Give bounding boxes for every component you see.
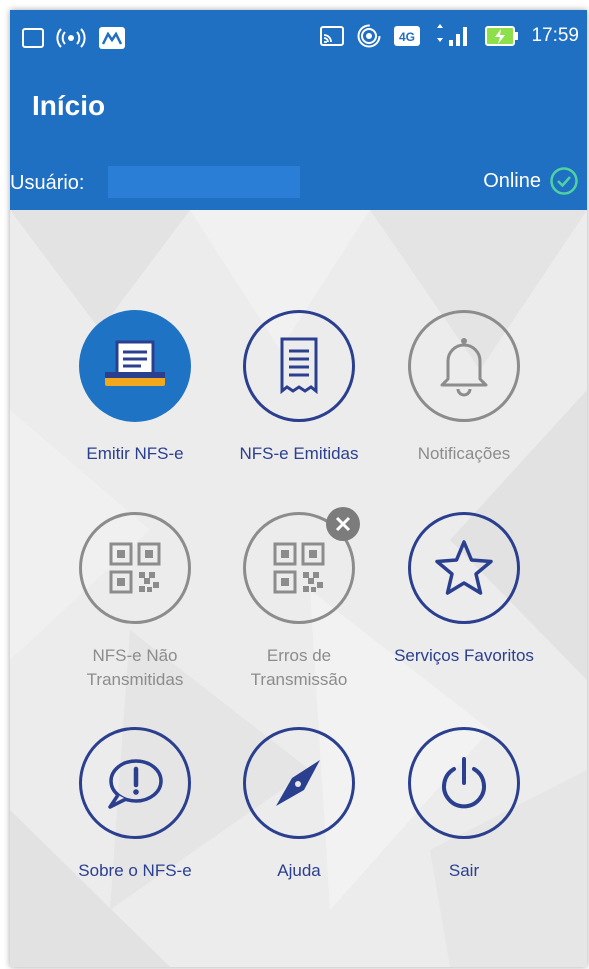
network-4g-icon: 4G: [394, 26, 421, 46]
user-bar: Usuário: Online: [10, 156, 587, 210]
menu-item-label: Sair: [448, 861, 480, 880]
broadcast-icon: [56, 28, 86, 48]
app-icon: [99, 27, 125, 49]
phone-screen: 4G 17:59 Início Usuário: Online Emitir N…: [10, 10, 587, 967]
nao-transmitidas-button[interactable]: [79, 512, 191, 624]
close-badge-icon[interactable]: [326, 507, 360, 541]
svg-text:4G: 4G: [399, 30, 415, 44]
page-title: Início: [32, 90, 106, 121]
menu-item-emitir[interactable]: Emitir NFS-e: [60, 310, 210, 466]
qr-code-icon: [109, 542, 161, 594]
menu-item-nao-transmitidas[interactable]: NFS-e Não Transmitidas: [60, 512, 210, 692]
user-label: Usuário:: [10, 172, 85, 194]
menu-item-emitidas[interactable]: NFS-e Emitidas: [224, 310, 374, 466]
clock: 17:59: [531, 25, 579, 46]
online-status: Online: [483, 166, 579, 196]
menu-item-notificacoes[interactable]: Notificações: [389, 310, 539, 466]
sair-button[interactable]: [408, 727, 520, 839]
status-bar: 4G 17:59: [10, 10, 587, 66]
speech-exclamation-icon: [108, 759, 163, 809]
menu-item-label: Ajuda: [277, 861, 321, 880]
star-icon: [435, 540, 493, 595]
menu-item-label: Sobre o NFS-e: [78, 861, 192, 880]
compass-icon: [276, 760, 320, 806]
menu-item-label: Emitir NFS-e: [86, 444, 184, 463]
online-status-text: Online: [483, 169, 541, 192]
menu-item-label: Notificações: [417, 444, 511, 463]
menu-item-erros[interactable]: Erros de Transmissão: [224, 507, 374, 692]
menu-item-ajuda[interactable]: Ajuda: [224, 727, 374, 883]
signal-icon: [437, 24, 468, 46]
check-circle-icon: [550, 167, 578, 195]
printer-receipt-icon: [105, 340, 165, 386]
receipt-icon: [280, 337, 318, 395]
sobre-button[interactable]: [79, 727, 191, 839]
menu-item-favoritos[interactable]: Serviços Favoritos: [389, 512, 539, 668]
battery-charging-icon: [485, 26, 519, 46]
ajuda-button[interactable]: [243, 727, 355, 839]
emitidas-button[interactable]: [243, 310, 355, 422]
cast-icon: [320, 26, 345, 46]
menu-item-label: Erros de Transmissão: [250, 646, 348, 689]
qr-code-icon: [273, 542, 325, 594]
hotspot-icon: [357, 24, 381, 48]
emitir-button[interactable]: [79, 310, 191, 422]
image-icon: [22, 28, 44, 48]
menu-item-sair[interactable]: Sair: [389, 727, 539, 883]
user-name-redacted: [108, 166, 300, 198]
power-icon: [442, 757, 486, 809]
menu-item-label: NFS-e Não Transmitidas: [86, 646, 184, 689]
notificacoes-button[interactable]: [408, 310, 520, 422]
menu-item-label: NFS-e Emitidas: [239, 444, 359, 463]
erros-button[interactable]: [243, 507, 360, 624]
menu-item-label: Serviços Favoritos: [394, 646, 534, 665]
bell-icon: [440, 338, 488, 397]
menu-item-sobre[interactable]: Sobre o NFS-e: [60, 727, 210, 883]
favoritos-button[interactable]: [408, 512, 520, 624]
app-bar: Início: [10, 66, 587, 156]
